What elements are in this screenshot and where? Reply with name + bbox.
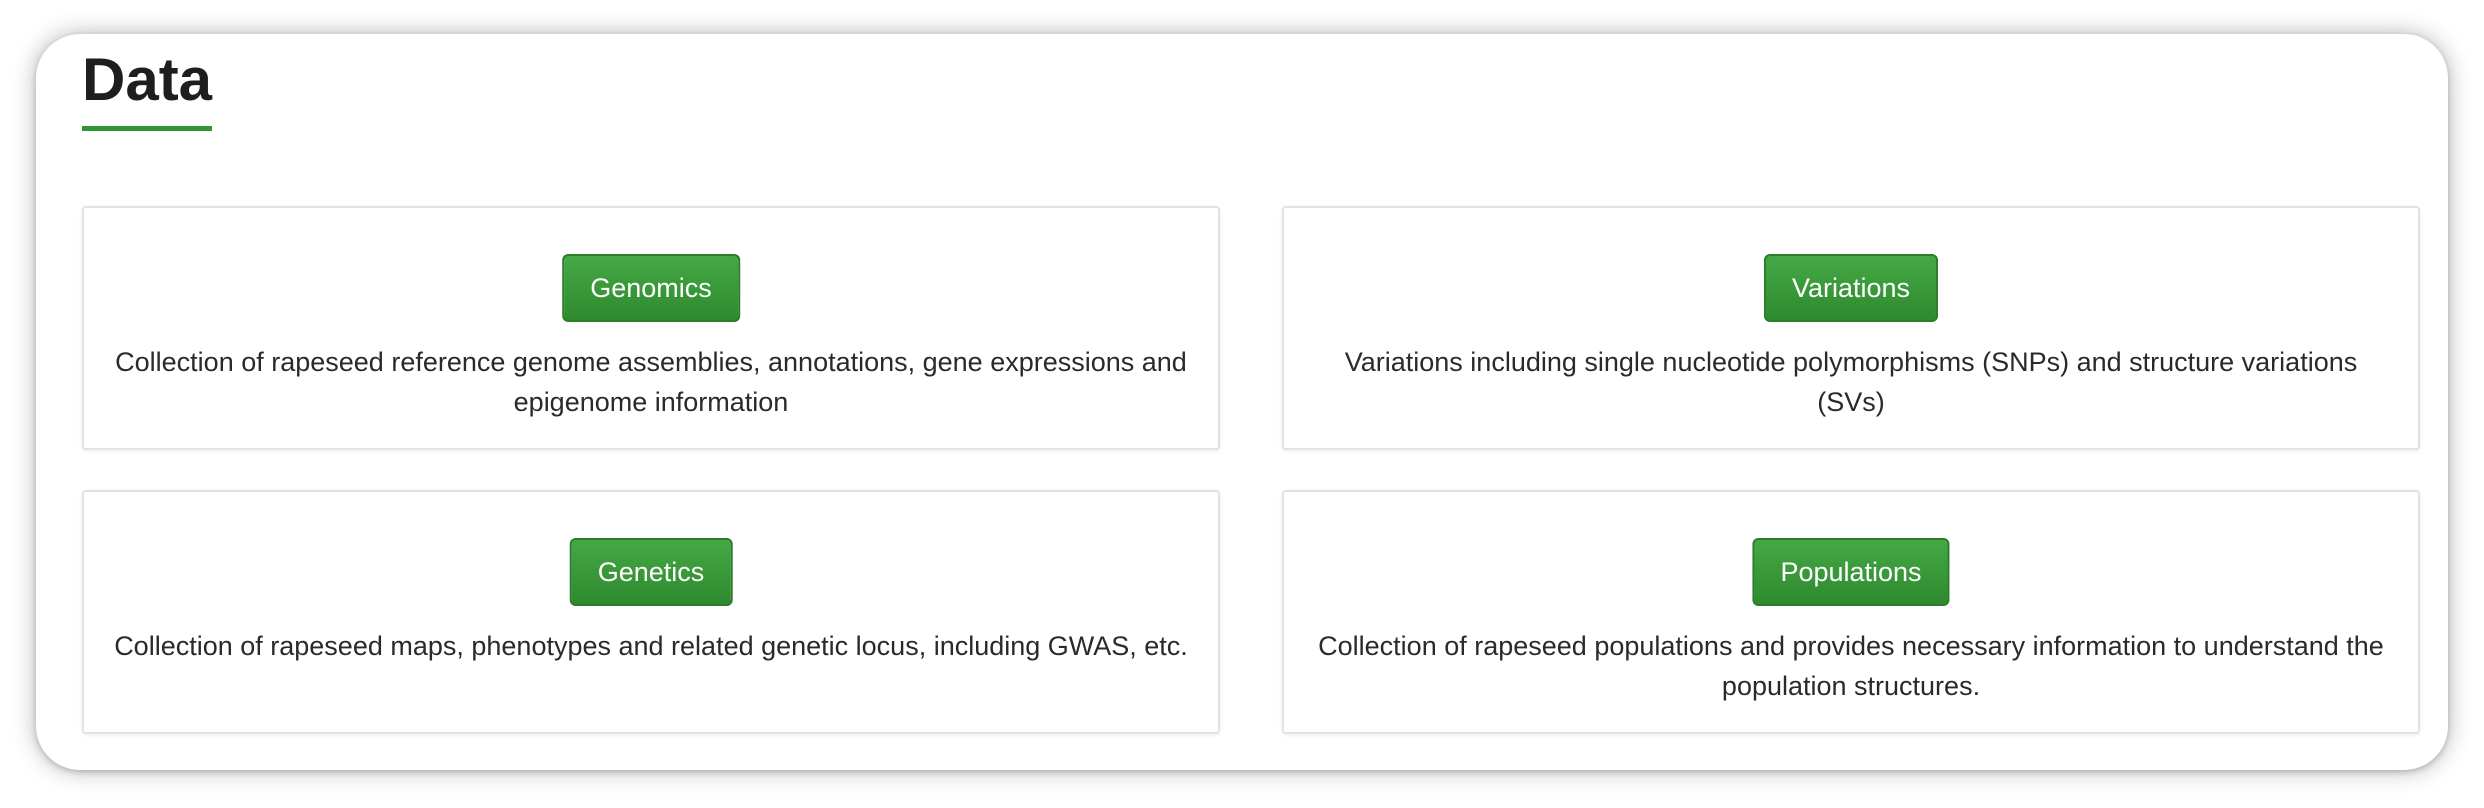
variations-description: Variations including single nucleotide p… (1344, 347, 2358, 417)
variations-button[interactable]: Variations (1763, 254, 1939, 322)
page-title: Data (82, 46, 213, 113)
genomics-description: Collection of rapeseed reference genome … (115, 347, 1187, 417)
card-genomics: Genomics Collection of rapeseed referenc… (82, 206, 1220, 450)
title-underline (82, 126, 212, 131)
genomics-button[interactable]: Genomics (562, 254, 740, 322)
genetics-button[interactable]: Genetics (569, 538, 733, 606)
card-genetics: Genetics Collection of rapeseed maps, ph… (82, 490, 1220, 734)
card-variations: Variations Variations including single n… (1282, 206, 2420, 450)
populations-description: Collection of rapeseed populations and p… (1318, 631, 2384, 701)
card-populations: Populations Collection of rapeseed popul… (1282, 490, 2420, 734)
genetics-description: Collection of rapeseed maps, phenotypes … (114, 631, 1188, 661)
data-panel: Data Genomics Collection of rapeseed ref… (36, 34, 2448, 770)
populations-button[interactable]: Populations (1752, 538, 1950, 606)
